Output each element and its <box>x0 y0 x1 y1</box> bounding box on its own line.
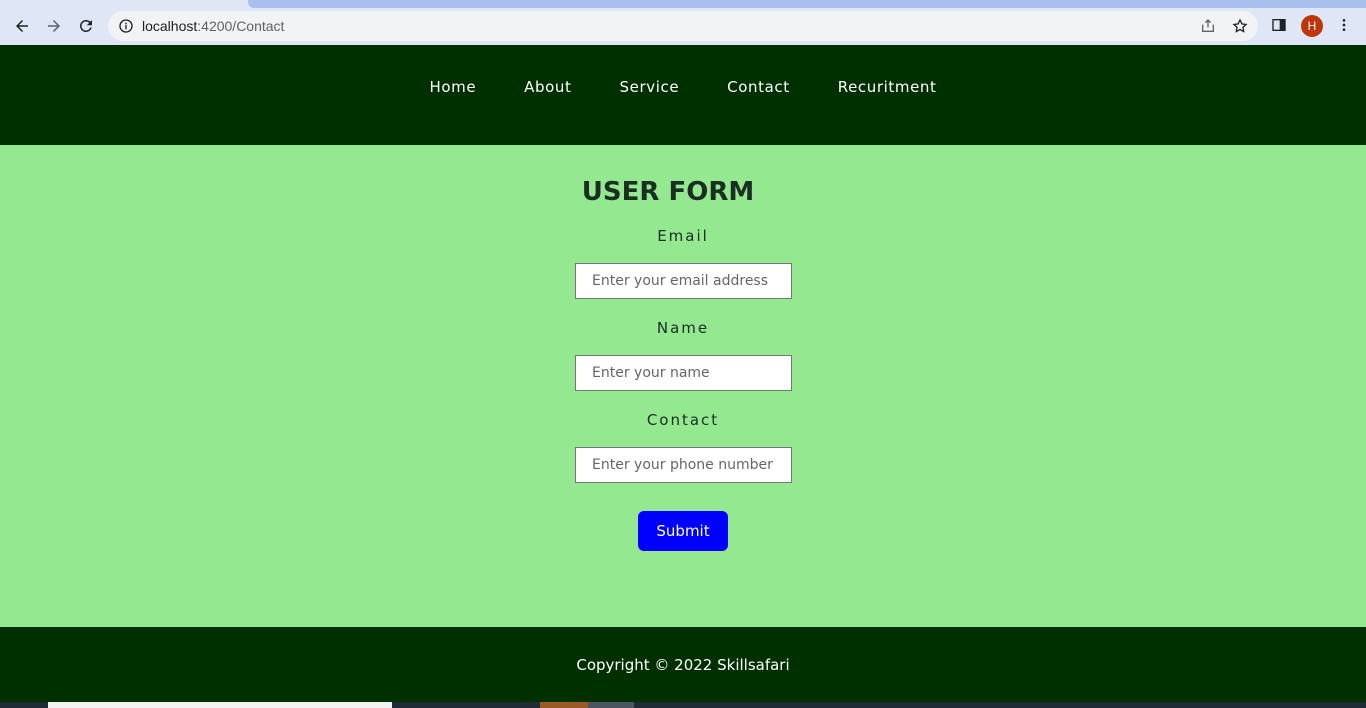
address-bar[interactable]: localhost:4200/Contact <box>108 11 1258 41</box>
nav-item-home[interactable]: Home <box>429 78 476 96</box>
forward-button[interactable] <box>40 12 68 40</box>
contact-label: Contact <box>646 411 720 429</box>
url-host: localhost <box>142 18 198 34</box>
info-icon[interactable] <box>118 18 134 34</box>
nav-item-service[interactable]: Service <box>620 78 680 96</box>
share-icon[interactable] <box>1200 18 1216 34</box>
browser-toolbar: localhost:4200/Contact H <box>0 0 1366 45</box>
form-title: USER FORM <box>581 177 755 207</box>
submit-button[interactable]: Submit <box>638 511 728 551</box>
taskbar-search[interactable] <box>48 702 392 708</box>
name-label: Name <box>656 319 710 337</box>
name-field[interactable] <box>575 355 792 391</box>
arrow-left-icon <box>16 20 28 32</box>
email-field[interactable] <box>575 263 792 299</box>
footer: Copyright © 2022 Skillsafari <box>0 627 1366 702</box>
taskbar-app-2[interactable] <box>588 702 634 708</box>
nav-item-contact[interactable]: Contact <box>727 78 790 96</box>
arrow-right-icon <box>48 20 60 32</box>
email-label: Email <box>657 227 709 245</box>
back-button[interactable] <box>8 12 36 40</box>
copyright-text: Copyright © 2022 Skillsafari <box>576 656 790 674</box>
bookmark-star-icon[interactable] <box>1232 18 1248 34</box>
url-text: localhost:4200/Contact <box>142 18 284 34</box>
more-vert-icon <box>1342 19 1346 31</box>
profile-avatar[interactable]: H <box>1301 15 1323 37</box>
reload-icon <box>79 19 92 32</box>
top-navigation: Home About Service Contact Recuritment <box>0 45 1366 145</box>
nav-item-about[interactable]: About <box>524 78 571 96</box>
menu-button[interactable] <box>1333 14 1355 36</box>
taskbar-app-1[interactable] <box>540 702 588 708</box>
page: Home About Service Contact Recuritment U… <box>0 45 1366 702</box>
side-panel-button[interactable] <box>1268 14 1290 36</box>
tab-strip-left <box>0 0 248 8</box>
nav-item-recruitment[interactable]: Recuritment <box>838 78 937 96</box>
tab-strip <box>248 0 1366 8</box>
user-form-section: USER FORM Email Name Contact Submit <box>0 145 1366 627</box>
url-path: :4200/Contact <box>197 18 285 34</box>
phone-field[interactable] <box>575 447 792 483</box>
side-panel-icon <box>1272 19 1286 31</box>
reload-button[interactable] <box>72 12 100 40</box>
